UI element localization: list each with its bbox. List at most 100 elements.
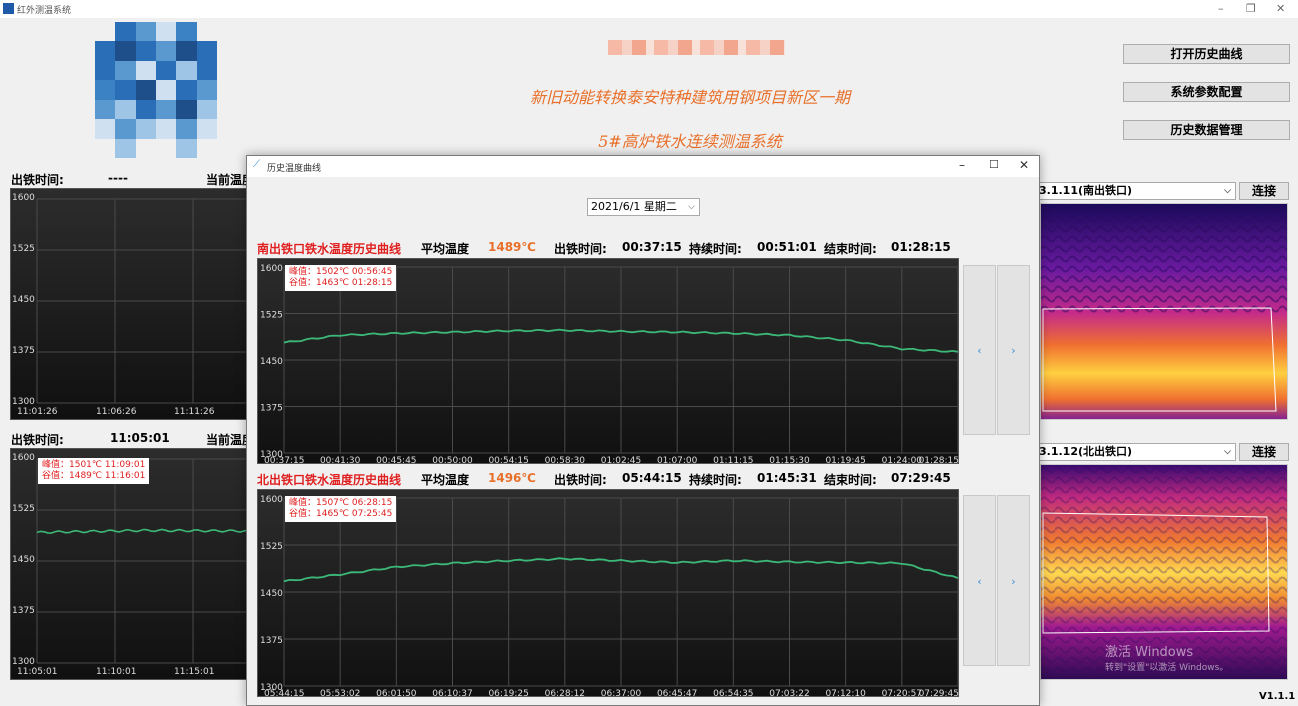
y-tick: 1600: [12, 453, 35, 463]
y-tick: 1450: [12, 555, 35, 565]
x-tick-label: 05:44:15: [264, 689, 304, 698]
bottom-live-series-line: [36, 528, 251, 534]
logo-tile: [156, 22, 177, 42]
bottom-tap-time-value: 11:05:01: [110, 431, 170, 445]
blurred-company-name: [608, 40, 785, 55]
camera-select-value: 3.1.11(南出铁口): [1039, 184, 1133, 197]
logo-tile: [156, 60, 177, 81]
x-tick-label: 06:37:00: [601, 689, 642, 698]
restore-icon[interactable]: ❐: [1246, 2, 1256, 15]
x-tick-label: 06:28:12: [545, 689, 585, 698]
logo-tile: [95, 60, 116, 81]
top-live-chart-grid: [36, 198, 251, 404]
dialog-close-icon[interactable]: ✕: [1019, 158, 1029, 172]
south-legend-box: 峰值：1502℃ 00:56:45 谷值：1463℃ 01:28:15: [285, 265, 397, 291]
bottom-live-chart: 峰值：1501℃ 11:09:01 谷值：1489℃ 11:16:01 1600…: [10, 448, 251, 680]
logo-tile: [115, 60, 136, 81]
south-tap-value: 00:37:15: [622, 240, 682, 254]
logo-tile: [196, 119, 217, 139]
minimize-icon[interactable]: –: [1218, 2, 1224, 15]
logo-tile: [135, 22, 156, 42]
x-tick-label: 00:50:00: [432, 456, 473, 465]
date-picker-value: 2021/6/1 星期二: [591, 200, 677, 213]
x-tick: 11:11:26: [174, 407, 215, 417]
x-tick-label: 00:41:30: [320, 456, 361, 465]
x-tick: 11:01:26: [17, 407, 58, 417]
thermal-image-north: 激活 Windows 转到"设置"以激活 Windows。: [1040, 464, 1288, 680]
north-next-button[interactable]: ›: [997, 495, 1030, 666]
south-end-label: 结束时间:: [824, 242, 877, 256]
logo-tile: [156, 119, 177, 139]
valley-label: 谷值：1463℃ 01:28:15: [289, 278, 393, 288]
dialog-maximize-icon[interactable]: ☐: [989, 158, 999, 171]
y-tick: 1300: [12, 397, 35, 407]
logo-tile: [135, 41, 156, 61]
logo-tile: [196, 22, 217, 42]
y-tick: 1525: [12, 244, 35, 254]
logo-tile: [176, 60, 197, 81]
north-tap-value: 05:44:15: [622, 471, 682, 485]
north-history-chart: 1600 1525 1450 1375 1300 05:44:15 05:53:02 06:0…: [257, 489, 959, 698]
logo-tile: [115, 119, 136, 139]
south-prev-button[interactable]: ‹: [963, 265, 996, 435]
y-tick: 1525: [12, 504, 35, 514]
date-picker[interactable]: 2021/6/1 星期二 ⌵: [587, 198, 700, 216]
logo-tile: [95, 80, 116, 100]
north-avg-label: 平均温度: [421, 473, 470, 487]
y-tick-label: 1375: [260, 404, 283, 414]
thermal-image-south: [1040, 203, 1288, 420]
close-icon[interactable]: ✕: [1276, 2, 1285, 15]
south-dur-value: 00:51:01: [757, 240, 817, 254]
south-end-value: 01:28:15: [891, 240, 951, 254]
x-tick-label: 07:20:57: [882, 689, 922, 698]
bottom-legend-box: 峰值：1501℃ 11:09:01 谷值：1489℃ 11:16:01: [38, 458, 150, 484]
x-tick-label: 07:29:45: [919, 689, 959, 698]
x-tick-label: 01:11:15: [713, 456, 753, 465]
y-tick-label: 1600: [260, 495, 283, 505]
project-title: 新旧动能转换泰安特种建筑用钢项目新区一期: [529, 88, 850, 107]
connect-button-north[interactable]: 连接: [1239, 443, 1289, 461]
logo-tile: [176, 119, 197, 139]
logo-tile: [196, 80, 217, 100]
chevron-down-icon: ⌵: [1224, 447, 1231, 457]
system-params-button[interactable]: 系统参数配置: [1123, 82, 1290, 102]
south-chart-title: 南出铁口铁水温度历史曲线: [257, 242, 402, 256]
history-data-mgmt-button[interactable]: 历史数据管理: [1123, 120, 1290, 140]
x-tick-label: 06:10:37: [432, 689, 472, 698]
y-tick-label: 1600: [260, 264, 283, 274]
x-tick-label: 06:45:47: [657, 689, 697, 698]
south-avg-value: 1489℃: [488, 240, 536, 254]
logo-tile: [176, 22, 197, 42]
x-tick-label: 01:07:00: [657, 456, 698, 465]
peak-label: 峰值：1507℃ 06:28:15: [289, 498, 393, 508]
x-tick-label: 06:54:35: [713, 689, 753, 698]
camera-select-south[interactable]: 3.1.11(南出铁口) ⌵: [1036, 182, 1236, 200]
camera-select-north[interactable]: 3.1.12(北出铁口) ⌵: [1036, 443, 1236, 461]
top-live-chart: 1600 1525 1450 1375 1300 11:01:26 11:06:…: [10, 188, 251, 420]
y-tick: 1450: [12, 295, 35, 305]
y-tick: 1375: [12, 606, 35, 616]
connect-button-south[interactable]: 连接: [1239, 182, 1289, 200]
logo-tile: [115, 80, 136, 100]
dialog-minimize-icon[interactable]: –: [959, 158, 965, 172]
x-tick-label: 00:45:45: [376, 456, 416, 465]
valley-label: 谷值：1489℃ 11:16:01: [42, 471, 146, 481]
north-dur-label: 持续时间:: [689, 473, 742, 487]
logo-tile: [135, 138, 156, 158]
logo-tile: [115, 41, 136, 61]
logo-tile: [115, 99, 136, 120]
x-tick-label: 00:37:15: [264, 456, 304, 465]
x-tick-label: 05:53:02: [320, 689, 360, 698]
north-legend-box: 峰值：1507℃ 06:28:15 谷值：1465℃ 07:25:45: [285, 496, 397, 522]
logo-tile: [135, 80, 156, 100]
x-tick-label: 00:58:30: [545, 456, 586, 465]
open-history-curve-button[interactable]: 打开历史曲线: [1123, 44, 1290, 64]
x-tick-label: 07:12:10: [825, 689, 866, 698]
x-tick-label: 06:19:25: [488, 689, 528, 698]
x-tick-label: 06:01:50: [376, 689, 417, 698]
south-next-button[interactable]: ›: [997, 265, 1030, 435]
chart-icon: ⟋: [253, 159, 260, 170]
north-prev-button[interactable]: ‹: [963, 495, 996, 666]
app-icon: [3, 3, 14, 14]
logo-tile: [95, 99, 116, 120]
